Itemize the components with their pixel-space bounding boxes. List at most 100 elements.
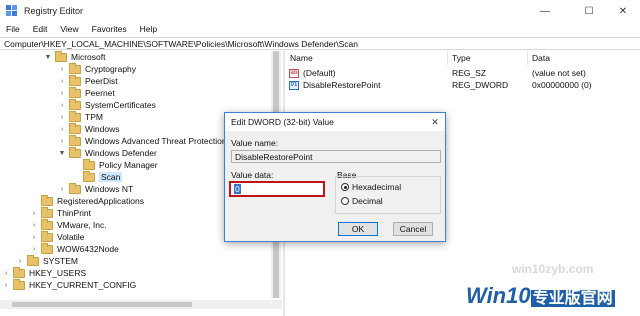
expand-arrow-icon[interactable]: › bbox=[58, 114, 66, 121]
minimize-button[interactable]: — bbox=[528, 0, 562, 22]
expand-arrow-icon[interactable]: › bbox=[58, 102, 66, 109]
folder-icon bbox=[69, 62, 81, 74]
dialog-title-bar: Edit DWORD (32-bit) Value bbox=[225, 113, 445, 131]
collapse-arrow-icon[interactable]: ▼ bbox=[58, 150, 66, 157]
folder-icon bbox=[69, 182, 81, 194]
column-header-name[interactable]: Name bbox=[286, 51, 448, 65]
tree-item-systemcertificates[interactable]: › SystemCertificates bbox=[58, 98, 156, 111]
tree-item-peerdist[interactable]: › PeerDist bbox=[58, 74, 118, 87]
folder-icon bbox=[69, 110, 81, 122]
folder-icon bbox=[83, 170, 95, 182]
hexadecimal-radio[interactable]: Hexadecimal bbox=[341, 182, 401, 192]
tree-item-hkey-users[interactable]: › HKEY_USERS bbox=[2, 266, 86, 279]
value-data: 0x00000000 (0) bbox=[532, 80, 592, 90]
folder-icon bbox=[41, 218, 53, 230]
folder-icon bbox=[27, 254, 39, 266]
tree-item-windows-defender[interactable]: ▼ Windows Defender bbox=[58, 146, 157, 159]
tree-item-registeredapplications[interactable]: RegisteredApplications bbox=[30, 194, 144, 207]
tree-item-windows[interactable]: › Windows bbox=[58, 122, 119, 135]
tree-item-windows-atp[interactable]: › Windows Advanced Threat Protection bbox=[58, 134, 227, 147]
menu-help[interactable]: Help bbox=[134, 24, 164, 34]
menu-bar: File Edit View Favorites Help bbox=[0, 22, 640, 36]
menu-favorites[interactable]: Favorites bbox=[86, 24, 134, 34]
collapse-arrow-icon[interactable]: ▼ bbox=[44, 54, 52, 61]
address-bar[interactable]: Computer\HKEY_LOCAL_MACHINE\SOFTWARE\Pol… bbox=[0, 37, 640, 50]
tree-item-policy-manager[interactable]: Policy Manager bbox=[72, 158, 158, 171]
decimal-label: Decimal bbox=[352, 196, 383, 206]
expand-arrow-icon[interactable]: › bbox=[58, 126, 66, 133]
dialog-title: Edit DWORD (32-bit) Value bbox=[231, 117, 334, 127]
value-row-default[interactable]: ab (Default) REG_SZ (value not set) bbox=[286, 67, 640, 79]
close-icon[interactable]: ✕ bbox=[427, 113, 443, 131]
column-header-data[interactable]: Data bbox=[528, 51, 640, 65]
expand-arrow-icon[interactable]: › bbox=[30, 234, 38, 241]
expand-arrow-icon[interactable]: › bbox=[58, 66, 66, 73]
value-data-input[interactable]: 0 bbox=[229, 181, 325, 197]
tree-item-system[interactable]: › SYSTEM bbox=[16, 254, 78, 267]
folder-icon bbox=[69, 122, 81, 134]
expand-arrow-icon[interactable]: › bbox=[30, 246, 38, 253]
folder-icon bbox=[41, 230, 53, 242]
value-data: (value not set) bbox=[532, 68, 586, 78]
value-row-disablerestorepoint[interactable]: 01 DisableRestorePoint REG_DWORD 0x00000… bbox=[286, 79, 640, 91]
watermark-brand-text: Win10 bbox=[466, 283, 531, 308]
menu-edit[interactable]: Edit bbox=[27, 24, 55, 34]
tree-item-volatile[interactable]: › Volatile bbox=[30, 230, 84, 243]
watermark-brand-cn: 专业版官网 bbox=[530, 290, 615, 307]
expand-arrow-icon[interactable]: › bbox=[2, 270, 10, 277]
close-window-button[interactable]: ✕ bbox=[606, 0, 640, 22]
expand-arrow-icon[interactable]: › bbox=[30, 222, 38, 229]
folder-icon bbox=[69, 146, 81, 158]
hexadecimal-label: Hexadecimal bbox=[352, 182, 402, 192]
radio-selected-icon[interactable] bbox=[341, 183, 349, 191]
tree-item-hkey-current-config[interactable]: › HKEY_CURRENT_CONFIG bbox=[2, 278, 136, 291]
column-header-type[interactable]: Type bbox=[448, 51, 528, 65]
expand-arrow-icon[interactable]: › bbox=[58, 138, 66, 145]
tree-item-peernet[interactable]: › Peernet bbox=[58, 86, 115, 99]
tree-item-cryptography[interactable]: › Cryptography bbox=[58, 62, 136, 75]
expand-arrow-icon[interactable]: › bbox=[58, 78, 66, 85]
window-title: Registry Editor bbox=[24, 6, 84, 16]
value-type: REG_SZ bbox=[452, 68, 487, 78]
menu-view[interactable]: View bbox=[54, 24, 85, 34]
folder-icon bbox=[69, 98, 81, 110]
menu-file[interactable]: File bbox=[0, 24, 27, 34]
folder-icon bbox=[55, 51, 67, 62]
value-name: DisableRestorePoint bbox=[303, 80, 381, 90]
radio-unselected-icon[interactable] bbox=[341, 197, 349, 205]
expand-arrow-icon[interactable]: › bbox=[30, 210, 38, 217]
tree-item-scan[interactable]: Scan bbox=[72, 170, 123, 183]
cancel-button[interactable]: Cancel bbox=[393, 222, 433, 236]
ok-button[interactable]: OK bbox=[338, 222, 378, 236]
expand-arrow-icon[interactable]: › bbox=[16, 258, 24, 265]
value-name: (Default) bbox=[303, 68, 336, 78]
folder-icon bbox=[41, 194, 53, 206]
tree-item-wow6432node[interactable]: › WOW6432Node bbox=[30, 242, 119, 255]
value-data-text: 0 bbox=[234, 184, 241, 194]
tree-horizontal-scrollbar[interactable] bbox=[0, 300, 282, 309]
folder-icon bbox=[83, 158, 95, 170]
tree-item-thinprint[interactable]: › ThinPrint bbox=[30, 206, 91, 219]
decimal-radio[interactable]: Decimal bbox=[341, 196, 383, 206]
value-name-label: Value name: bbox=[231, 138, 279, 148]
expand-arrow-icon[interactable]: › bbox=[58, 90, 66, 97]
folder-icon bbox=[41, 242, 53, 254]
maximize-button[interactable]: ☐ bbox=[572, 0, 606, 22]
string-value-icon: ab bbox=[289, 68, 299, 78]
tree-item-windows-nt[interactable]: › Windows NT bbox=[58, 182, 133, 195]
expand-arrow-icon[interactable]: › bbox=[58, 186, 66, 193]
value-name-field[interactable]: DisableRestorePoint bbox=[231, 150, 441, 163]
tree-item-vmware[interactable]: › VMware, Inc. bbox=[30, 218, 107, 231]
edit-dword-dialog: Edit DWORD (32-bit) Value ✕ Value name: … bbox=[224, 112, 446, 242]
folder-icon bbox=[69, 86, 81, 98]
registry-editor-icon bbox=[6, 5, 18, 17]
value-data-label: Value data: bbox=[231, 170, 274, 180]
value-type: REG_DWORD bbox=[452, 80, 509, 90]
tree-item-microsoft[interactable]: ▼ Microsoft bbox=[44, 51, 105, 63]
watermark-url: win10zyb.com bbox=[512, 262, 594, 276]
scrollbar-thumb[interactable] bbox=[12, 302, 192, 307]
tree-item-tpm[interactable]: › TPM bbox=[58, 110, 103, 123]
folder-icon bbox=[69, 74, 81, 86]
expand-arrow-icon[interactable]: › bbox=[2, 282, 10, 289]
folder-icon bbox=[13, 266, 25, 278]
